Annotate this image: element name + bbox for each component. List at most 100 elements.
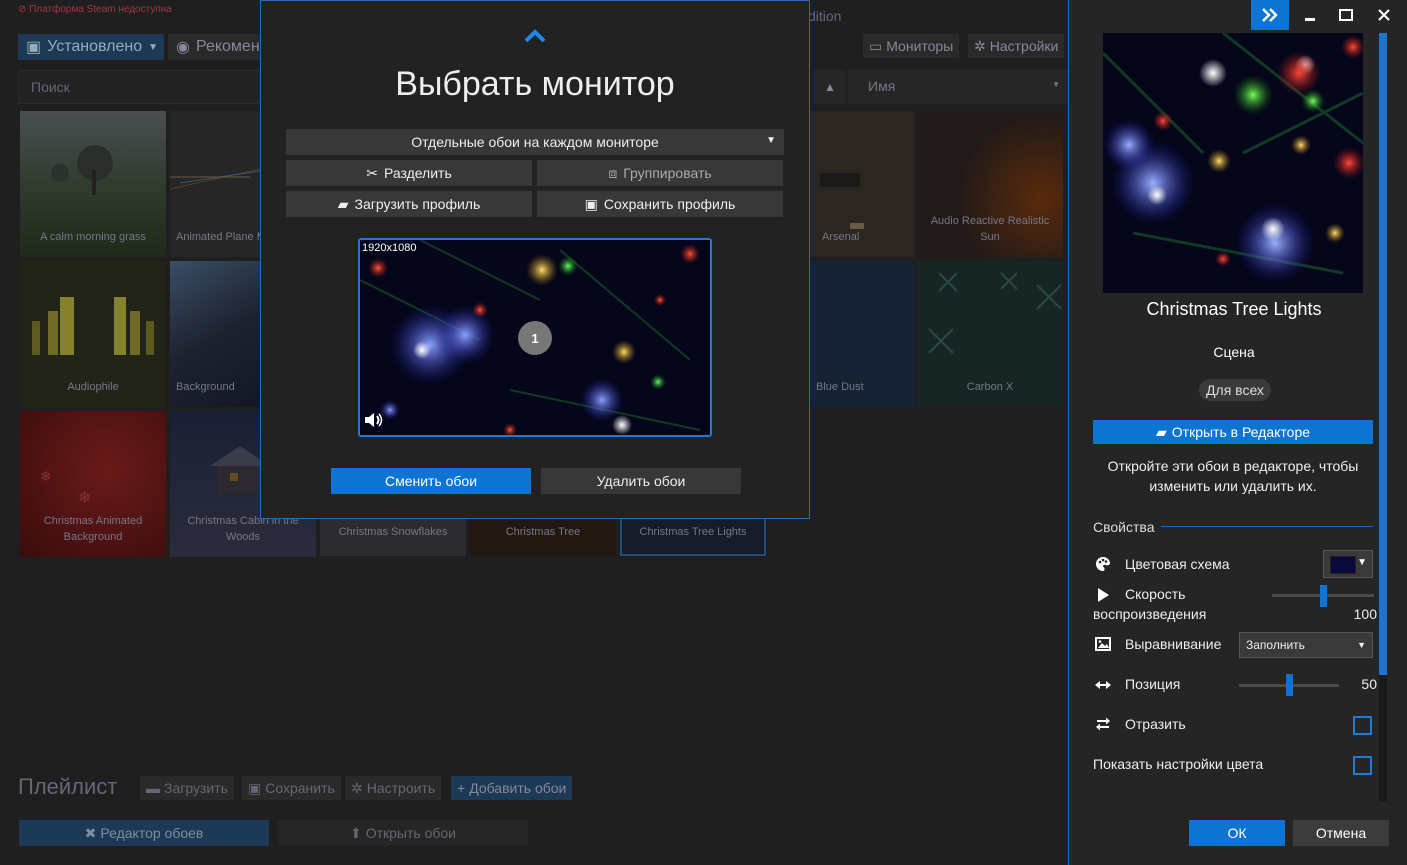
folder-open-icon: ▰ [1155, 423, 1167, 440]
horizontal-arrows-icon [1095, 678, 1111, 694]
tile-label: Christmas Animated Background [43, 515, 143, 543]
group-icon: ⧈ [608, 164, 618, 181]
sort-select[interactable]: Имя ▼ [848, 70, 1068, 104]
gears-icon: ✲ [351, 779, 363, 796]
monitors-button[interactable]: ▭ Мониторы [863, 34, 960, 58]
alignment-select[interactable]: Заполнить ▼ [1239, 632, 1373, 658]
playback-speed-slider-thumb[interactable] [1320, 585, 1327, 607]
tile-label: Christmas Snowflakes [338, 526, 448, 538]
tile-label: Audiophile [67, 381, 119, 393]
monitor-preview[interactable]: 1920x1080 1 [358, 238, 712, 437]
save-profile-button[interactable]: ▣ Сохранить профиль [537, 191, 783, 217]
properties-heading: Свойства [1093, 519, 1155, 535]
sort-direction-button[interactable]: ▲ [814, 70, 846, 104]
chevron-down-icon: ▼ [1357, 640, 1366, 650]
save-icon: ▣ [26, 39, 42, 56]
tab-recommended[interactable]: ◉ Рекомен [168, 34, 260, 60]
chevron-up-icon[interactable] [261, 29, 809, 48]
svg-text:❄: ❄ [40, 469, 52, 485]
open-in-editor-button[interactable]: ▰ Открыть в Редакторе [1093, 420, 1373, 444]
playback-speed-row: Скорость воспроизведения 100 [1093, 586, 1377, 626]
caret-up-icon: ▲ [824, 80, 836, 94]
wallpaper-title: Christmas Tree Lights [1146, 299, 1322, 319]
gear-icon: ✲ [974, 37, 986, 54]
playlist-add-button[interactable]: + Добавить обои [451, 776, 573, 800]
tile-label: Christmas Tree [505, 526, 581, 538]
position-value: 50 [1361, 676, 1377, 692]
upload-icon: ⬆ [349, 824, 362, 841]
image-icon [1095, 637, 1111, 653]
playlist-save-button[interactable]: ▣ Сохранить [242, 776, 341, 800]
svg-text:❄: ❄ [78, 488, 91, 507]
wallpaper-details-panel: Christmas Tree Lights Сцена Для всех ▰ От… [1068, 0, 1407, 865]
position-label: Позиция [1125, 676, 1181, 692]
playlist-title: Плейлист [18, 774, 118, 799]
group-button[interactable]: ⧈ Группировать [537, 160, 783, 186]
playlist-load-button[interactable]: ▬ Загрузить [140, 776, 234, 800]
color-scheme-picker[interactable]: ▼ [1323, 550, 1373, 578]
monitor-icon: ▭ [869, 37, 883, 54]
steam-warning: ⊘ Платформа Steam недоступна [18, 4, 172, 15]
maximize-icon[interactable] [1327, 0, 1365, 30]
wallpaper-tile[interactable]: Audio Reactive Realistic Sun [917, 111, 1063, 257]
mirror-checkbox[interactable] [1353, 716, 1372, 735]
tile-label: Arsenal [822, 231, 860, 243]
chevron-down-icon: ▼ [1052, 80, 1060, 89]
wallpaper-tile[interactable]: Arsenal [810, 111, 914, 257]
thumb-icon: ◉ [176, 39, 190, 56]
close-icon[interactable] [1365, 0, 1403, 30]
monitor-mode-select[interactable]: Отдельные обои на каждом мониторе ▼ [286, 129, 784, 155]
position-slider-thumb[interactable] [1286, 674, 1293, 696]
tile-label: Carbon X [966, 381, 1014, 393]
wallpaper-editor-button[interactable]: ✖ Редактор обоев [19, 820, 269, 846]
wallpaper-preview-image [1103, 33, 1363, 293]
folder-open-icon: ▰ [337, 195, 349, 212]
collapse-panel-icon[interactable] [1251, 0, 1289, 30]
wallpaper-tile[interactable]: A calm morning grass [20, 111, 166, 257]
open-wallpaper-button[interactable]: ⬆ Открыть обои [278, 820, 528, 846]
show-color-settings-row: Показать настройки цвета [1093, 756, 1375, 776]
tile-label: Blue Dust [816, 381, 864, 393]
folder-icon: ▬ [146, 780, 160, 796]
playlist-configure-button[interactable]: ✲ Настроить [345, 776, 442, 800]
wallpaper-type: Сцена [1213, 344, 1255, 360]
settings-button[interactable]: ✲ Настройки [968, 34, 1065, 58]
ok-button[interactable]: ОК [1189, 820, 1285, 846]
show-color-settings-label: Показать настройки цвета [1093, 756, 1264, 772]
properties-divider [1161, 526, 1373, 527]
play-icon [1095, 587, 1111, 603]
cancel-button[interactable]: Отмена [1293, 820, 1389, 846]
tab-installed[interactable]: ▣ Установлено ▼ [18, 34, 164, 60]
show-color-settings-checkbox[interactable] [1353, 756, 1372, 775]
tile-label: A calm morning grass [40, 231, 146, 243]
chevron-down-icon: ▼ [1357, 557, 1367, 568]
monitor-resolution-label: 1920x1080 [362, 242, 417, 254]
wallpaper-tile[interactable]: Audiophile [20, 261, 166, 407]
save-icon: ▣ [248, 779, 262, 796]
wallpaper-tile[interactable]: ❄ ❄ Christmas Animated Background [20, 411, 166, 557]
mirror-label: Отразить [1125, 716, 1186, 732]
split-button[interactable]: ✂ Разделить [286, 160, 532, 186]
panel-scrollbar-thumb[interactable] [1379, 33, 1387, 675]
playback-speed-label: Скорость [1125, 586, 1186, 602]
color-swatch [1330, 556, 1356, 574]
tile-label: Audio Reactive Realistic Sun [930, 215, 1050, 243]
wallpaper-tile[interactable]: Blue Dust [810, 261, 914, 407]
playback-speed-label-2: воспроизведения [1093, 606, 1207, 622]
palette-icon [1095, 556, 1111, 572]
color-scheme-label: Цветовая схема [1125, 556, 1230, 572]
select-monitor-dialog: Выбрать монитор Отдельные обои на каждом… [260, 0, 810, 519]
tile-label: Christmas Tree Lights [639, 526, 747, 538]
edition-text: dition [808, 8, 842, 24]
minimize-icon[interactable] [1291, 0, 1329, 30]
speaker-icon[interactable] [364, 412, 384, 433]
change-wallpaper-button[interactable]: Сменить обои [331, 468, 531, 494]
wallpaper-tile[interactable]: Carbon X [917, 261, 1063, 407]
swap-arrows-icon [1095, 717, 1111, 733]
load-profile-button[interactable]: ▰ Загрузить профиль [286, 191, 532, 217]
monitor-number-badge: 1 [518, 321, 552, 355]
remove-wallpaper-button[interactable]: Удалить обои [541, 468, 741, 494]
search-input[interactable]: Поиск [18, 70, 268, 104]
alignment-label: Выравнивание [1125, 636, 1222, 652]
wallpaper-engine-window: ⊘ Платформа Steam недоступна dition ▣ Ус… [0, 0, 1407, 865]
